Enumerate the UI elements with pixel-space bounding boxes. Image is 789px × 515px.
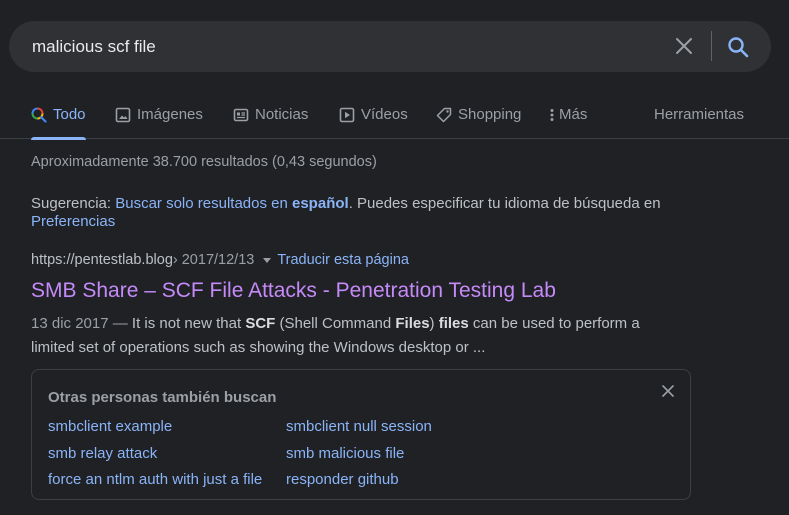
- snippet-bold: Files: [395, 315, 430, 332]
- result-url-path: › 2017/12/13: [172, 252, 255, 268]
- caret-down-icon[interactable]: [263, 257, 272, 263]
- related-search-link[interactable]: responder github: [286, 471, 399, 488]
- tools-button[interactable]: Herramientas: [654, 106, 744, 123]
- related-search-link[interactable]: force an ntlm auth with just a file: [48, 471, 262, 488]
- tab-label: Más: [559, 106, 588, 123]
- tab-todo[interactable]: Todo: [31, 96, 86, 140]
- close-icon: [662, 385, 674, 397]
- snippet-bold: SCF: [245, 315, 276, 332]
- suggestion-prefix: Sugerencia:: [31, 195, 116, 212]
- result-url-host: https://pentestlab.blog: [31, 252, 173, 268]
- snippet-text: It is not new that: [131, 315, 246, 332]
- preferences-link[interactable]: Preferencias: [31, 213, 115, 230]
- news-icon: [233, 106, 249, 124]
- close-icon: [676, 38, 692, 54]
- translate-link[interactable]: Traducir esta página: [277, 252, 409, 268]
- result-date: 13 dic 2017 —: [31, 315, 132, 332]
- search-input[interactable]: [32, 21, 652, 72]
- clear-search-button[interactable]: [672, 34, 696, 58]
- suggestion-suffix: . Puedes especificar tu idioma de búsque…: [348, 195, 661, 212]
- result-snippet: 13 dic 2017 — It is not new that SCF (Sh…: [31, 312, 681, 360]
- result-cite: https://pentestlab.blog › 2017/12/13 Tra…: [31, 252, 409, 268]
- spanish-only-link-bold: español: [292, 195, 349, 212]
- tab-shopping[interactable]: Shopping: [436, 96, 521, 139]
- related-search-link[interactable]: smbclient example: [48, 418, 172, 435]
- people-also-search-box: Otras personas también buscan smbclient …: [31, 369, 691, 500]
- dismiss-button[interactable]: [659, 382, 677, 400]
- related-search-link[interactable]: smb relay attack: [48, 445, 157, 462]
- result-stats: Aproximadamente 38.700 resultados (0,43 …: [31, 154, 377, 170]
- tab-label: Imágenes: [137, 106, 203, 123]
- people-also-search-title: Otras personas también buscan: [48, 389, 277, 406]
- snippet-text: ): [429, 315, 439, 332]
- tab-label: Todo: [53, 106, 86, 123]
- play-icon: [339, 106, 355, 124]
- search-tabs: Todo Imágenes Noticias Vídeos Shopping M…: [0, 96, 789, 140]
- language-suggestion: Sugerencia: Buscar solo resultados en es…: [31, 195, 711, 231]
- tab-label: Vídeos: [361, 106, 408, 123]
- tab-label: Shopping: [458, 106, 522, 123]
- search-icon: [728, 37, 749, 58]
- tab-videos[interactable]: Vídeos: [339, 96, 408, 139]
- tab-label: Noticias: [255, 106, 309, 123]
- search-divider: [711, 31, 712, 61]
- result-title-link[interactable]: SMB Share – SCF File Attacks - Penetrati…: [31, 279, 556, 303]
- search-button[interactable]: [725, 34, 751, 60]
- tab-noticias[interactable]: Noticias: [233, 96, 308, 139]
- search-color-icon: [31, 106, 47, 124]
- tab-mas[interactable]: Más: [549, 96, 587, 139]
- snippet-bold: files: [438, 315, 469, 332]
- image-icon: [115, 106, 131, 124]
- more-vert-icon: [549, 106, 555, 124]
- related-search-link[interactable]: smbclient null session: [286, 418, 432, 435]
- tag-icon: [436, 106, 452, 124]
- spanish-only-link-text: Buscar solo resultados en: [115, 195, 292, 212]
- snippet-text: (Shell Command: [275, 315, 396, 332]
- tab-imagenes[interactable]: Imágenes: [115, 96, 203, 139]
- spanish-only-link[interactable]: Buscar solo resultados en español: [115, 195, 348, 212]
- search-bar: [9, 21, 771, 72]
- related-search-link[interactable]: smb malicious file: [286, 445, 404, 462]
